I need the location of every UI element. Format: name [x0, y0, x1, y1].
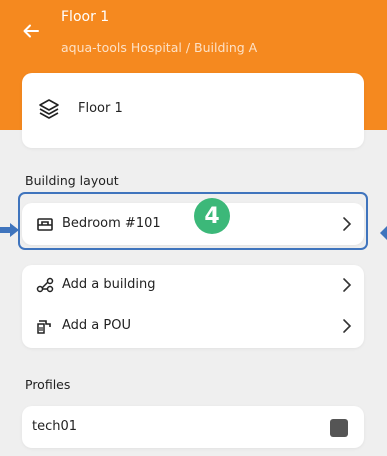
chevron-right-icon	[343, 319, 352, 333]
add-pou-label: Add a POU	[62, 318, 131, 333]
highlight-box	[18, 192, 368, 250]
profile-label: tech01	[32, 419, 78, 434]
add-pou-row[interactable]: Add a POU	[22, 306, 364, 346]
faucet-icon	[37, 320, 51, 334]
profiles-heading: Profiles	[25, 377, 71, 392]
page-title: Floor 1	[61, 9, 110, 25]
add-building-row[interactable]: Add a building	[22, 265, 364, 305]
profiles-card: tech01	[22, 406, 364, 448]
chevron-right-icon	[343, 278, 352, 292]
profile-row-tech01[interactable]: tech01	[22, 407, 364, 447]
hierarchy-icon	[36, 277, 54, 293]
floor-card-label: Floor 1	[78, 101, 123, 116]
step-badge: 4	[194, 198, 230, 234]
floor-card[interactable]: Floor 1	[22, 73, 364, 148]
profile-checkbox[interactable]	[330, 419, 348, 437]
actions-card: Add a building Add a POU	[22, 265, 364, 348]
pointer-arrow-icon	[0, 223, 19, 237]
add-building-label: Add a building	[62, 277, 156, 292]
building-layout-heading: Building layout	[25, 173, 119, 188]
pointer-arrow-icon	[380, 226, 387, 240]
back-button[interactable]	[14, 14, 48, 48]
arrow-left-icon	[23, 24, 39, 38]
breadcrumb: aqua-tools Hospital / Building A	[61, 40, 258, 55]
layers-icon	[39, 99, 59, 119]
